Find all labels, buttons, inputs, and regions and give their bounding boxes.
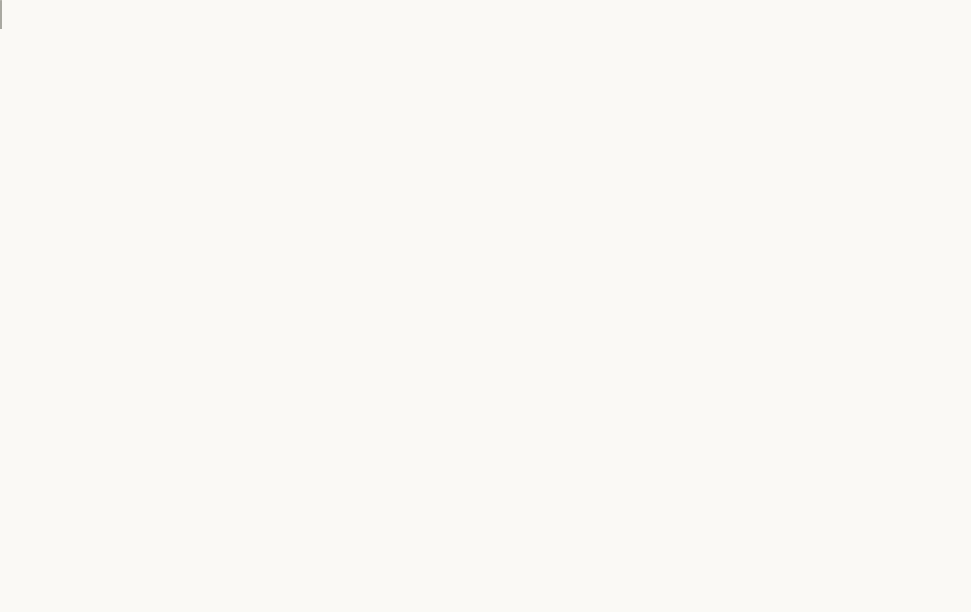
browser-toolbar: ⚙▾ >_ ← → <box>1 28 2 29</box>
web-browser-panel: Web浏览器 ✕ ⚙▾ >_ ← → helloworld click me <box>0 0 2 29</box>
